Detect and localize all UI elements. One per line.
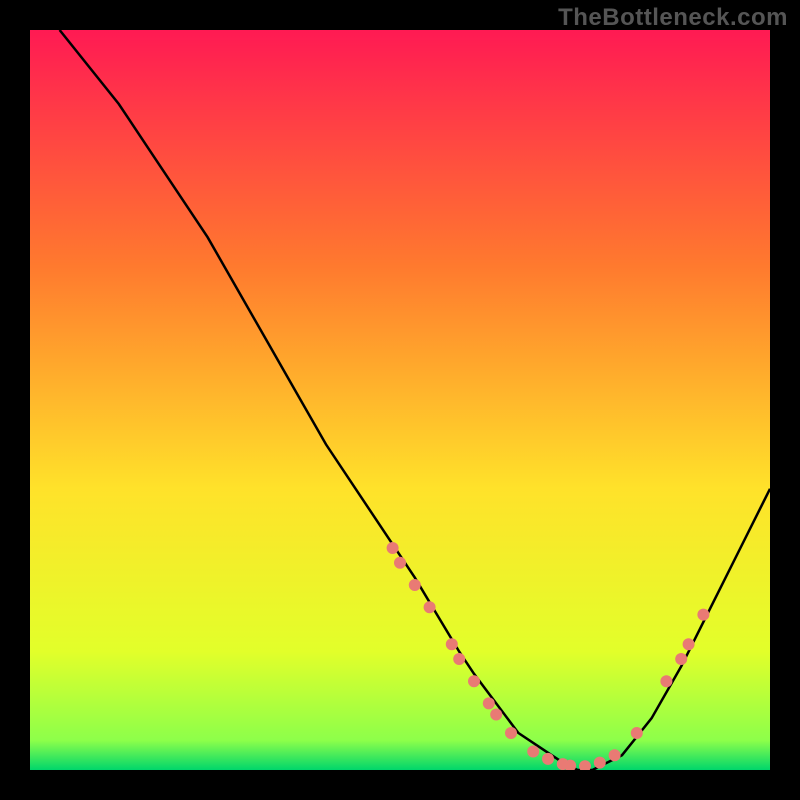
- data-marker: [490, 709, 502, 721]
- data-marker: [505, 727, 517, 739]
- chart-svg: [30, 30, 770, 770]
- data-marker: [394, 557, 406, 569]
- data-marker: [387, 542, 399, 554]
- data-marker: [424, 601, 436, 613]
- data-marker: [675, 653, 687, 665]
- data-marker: [453, 653, 465, 665]
- data-marker: [483, 697, 495, 709]
- data-marker: [527, 746, 539, 758]
- data-marker: [409, 579, 421, 591]
- data-marker: [594, 757, 606, 769]
- data-marker: [468, 675, 480, 687]
- data-marker: [697, 609, 709, 621]
- chart-frame: TheBottleneck.com: [0, 0, 800, 800]
- plot-area: [30, 30, 770, 770]
- data-marker: [446, 638, 458, 650]
- watermark-text: TheBottleneck.com: [558, 4, 788, 32]
- data-marker: [631, 727, 643, 739]
- data-marker: [660, 675, 672, 687]
- data-marker: [609, 749, 621, 761]
- data-marker: [683, 638, 695, 650]
- data-marker: [542, 753, 554, 765]
- gradient-background: [30, 30, 770, 770]
